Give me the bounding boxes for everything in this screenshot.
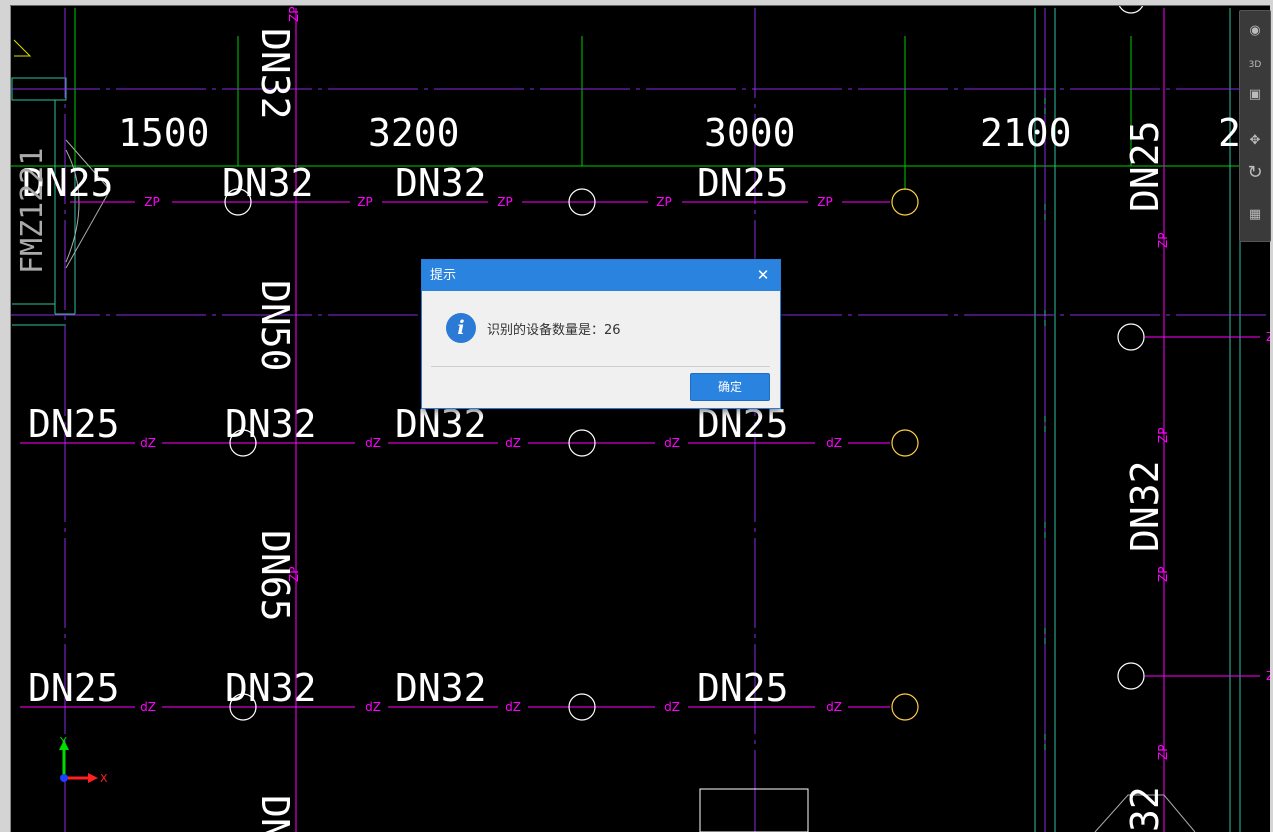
- close-icon[interactable]: ✕: [754, 260, 772, 291]
- vertical-pipe-label: DN25: [1123, 120, 1167, 212]
- rotate-icon[interactable]: ↻: [1243, 161, 1267, 185]
- pipe-tag-label: ZP: [1156, 233, 1170, 248]
- vertical-pipe-label: DN65: [253, 530, 297, 622]
- equipment-circle: [891, 429, 919, 457]
- dimension-3: 3000: [704, 111, 796, 155]
- vertical-pipe-label: DN50: [253, 280, 297, 372]
- green-axis-lines: [10, 8, 1273, 190]
- info-icon: i: [446, 313, 476, 343]
- pipe-tag-label: dZ: [664, 436, 680, 450]
- yellow-marker: [13, 39, 32, 57]
- pipe-tag-label: dZ: [826, 700, 842, 714]
- pipe-size-label: DN32: [222, 161, 314, 205]
- dialog-divider: [431, 366, 770, 367]
- dimension-4: 2100: [980, 111, 1072, 155]
- pipe-tag-label: ZP: [1156, 745, 1170, 760]
- pipe-size-label: DN32: [395, 666, 487, 710]
- pipe-tag-label: ZP: [1156, 428, 1170, 443]
- dimension-1: 1500: [118, 111, 210, 155]
- ucs-icon: Y X: [59, 736, 108, 785]
- equipment-circle: [891, 188, 919, 216]
- left-panel-edge: [0, 0, 11, 832]
- top-panel-edge: [10, 0, 1273, 6]
- pipe-size-label: DN25: [28, 402, 120, 446]
- pipe-size-label: DN25: [28, 666, 120, 710]
- pipe-tag-label: dZ: [826, 436, 842, 450]
- ok-button[interactable]: 确定: [690, 373, 770, 401]
- dimension-2: 3200: [368, 111, 460, 155]
- pipe-tag-label: dZ: [140, 700, 156, 714]
- ucs-x-label: X: [100, 772, 108, 785]
- info-dialog: 提示 ✕ i 识别的设备数量是：26 确定: [421, 259, 781, 409]
- dialog-title: 提示: [430, 268, 457, 283]
- grid-icon[interactable]: ▦: [1243, 203, 1267, 227]
- dialog-title-bar[interactable]: 提示 ✕: [422, 260, 780, 291]
- vertical-pipe-label: DN: [253, 795, 297, 832]
- vertical-pipe-label: 32: [1123, 786, 1167, 832]
- pipe-tag-label: dZ: [140, 436, 156, 450]
- pipe-tag-label: ZP: [497, 195, 512, 209]
- pipe-tag-label: ZP: [287, 7, 301, 22]
- pipe-tag-label: dZ: [505, 436, 521, 450]
- pipe-tag-label: dZ: [664, 700, 680, 714]
- pipe-size-label: DN32: [225, 402, 317, 446]
- pipe-tag-label: ZP: [357, 195, 372, 209]
- pipe-size-label: DN25: [697, 666, 789, 710]
- vertical-pipe-label: DN32: [253, 28, 297, 120]
- 3d-view-icon[interactable]: 3D: [1243, 53, 1267, 77]
- bottom-block: [699, 788, 809, 832]
- cad-drawing-canvas[interactable]: ZP ZP ZP ZP ZP dZ dZ dZ dZ dZ dZ dZ dZ dZ dZ ZP ZP ZP ZP ZP…: [0, 0, 1273, 832]
- pipe-tag-label: dZ: [365, 436, 381, 450]
- equipment-circle: [1117, 662, 1145, 690]
- pipe-tag-label: ZP: [817, 195, 832, 209]
- pan-icon[interactable]: ✥: [1243, 129, 1267, 153]
- pipe-row-3: [20, 675, 1260, 708]
- pipe-tag-label: ZP: [144, 195, 159, 209]
- pipe-tag-label: dZ: [505, 700, 521, 714]
- orbit-icon[interactable]: ◉: [1243, 19, 1267, 43]
- door-tag-label: FMZ1221: [15, 148, 50, 274]
- pipe-size-label: DN25: [697, 161, 789, 205]
- pipe-tag-label: dZ: [365, 700, 381, 714]
- pipe-size-label: DN32: [225, 666, 317, 710]
- vertical-pipe-label: DN32: [1123, 460, 1167, 552]
- ucs-y-label: Y: [59, 736, 67, 748]
- navigation-bar[interactable]: ◉ 3D ▣ ✥ ↻ ▦: [1239, 10, 1271, 242]
- pipe-tag-label: ZP: [656, 195, 671, 209]
- pipe-size-label: DN32: [395, 161, 487, 205]
- pipe-tag-label: ZP: [1156, 567, 1170, 582]
- equipment-circle: [891, 693, 919, 721]
- box-view-icon[interactable]: ▣: [1243, 83, 1267, 107]
- equipment-circle: [1117, 323, 1145, 351]
- dialog-message: 识别的设备数量是：26: [487, 323, 621, 338]
